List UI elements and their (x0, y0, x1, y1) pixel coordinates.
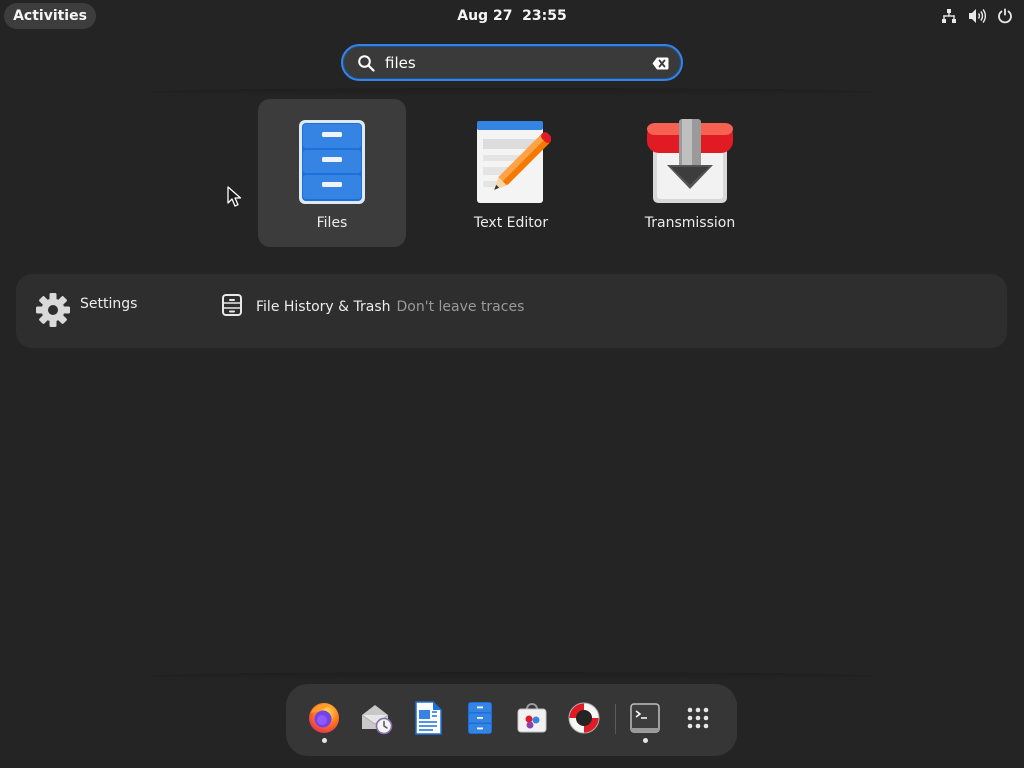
terminal-icon[interactable] (627, 700, 663, 736)
power-icon[interactable] (996, 7, 1014, 25)
volume-icon[interactable] (968, 7, 986, 25)
result-description: Don't leave traces (396, 299, 525, 315)
app-result-files[interactable]: Files (258, 99, 406, 247)
clock: Aug 27 23:55 (0, 0, 1024, 32)
clear-search-icon[interactable] (652, 55, 669, 72)
provider-app-settings[interactable]: Settings (34, 291, 137, 333)
network-icon[interactable] (940, 7, 958, 25)
app-grid-icon[interactable] (680, 700, 716, 736)
app-result-label: Text Editor (473, 215, 549, 231)
app-result-label: Files (316, 215, 348, 231)
dash-separator (615, 704, 616, 734)
divider (150, 88, 874, 96)
activities-button[interactable]: Activities (4, 3, 96, 29)
writer-icon[interactable] (410, 700, 446, 736)
app-result-text-editor[interactable]: Text Editor (437, 99, 585, 247)
clock-label[interactable]: Aug 27 23:55 (451, 8, 573, 24)
files-icon (287, 117, 377, 207)
file-history-icon (220, 293, 244, 321)
result-title: File History & Trash (256, 299, 391, 315)
firefox-icon[interactable] (306, 700, 342, 736)
mouse-pointer-icon (226, 186, 242, 208)
provider-app-label: Settings (80, 296, 138, 312)
gear-icon (34, 291, 72, 333)
divider (150, 672, 874, 680)
files-icon[interactable] (462, 700, 498, 736)
search-entry[interactable] (341, 44, 683, 81)
help-icon[interactable] (566, 700, 602, 736)
top-bar: Activities Aug 27 23:55 (0, 0, 1024, 32)
dash (286, 684, 737, 756)
result-file-history-trash[interactable]: File History & Trash Don't leave traces (220, 294, 524, 320)
app-result-transmission[interactable]: Transmission (616, 99, 764, 247)
search-input[interactable] (385, 51, 635, 75)
evolution-icon[interactable] (358, 700, 394, 736)
transmission-icon (645, 117, 735, 207)
running-indicator (643, 738, 648, 743)
search-icon (357, 54, 375, 72)
running-indicator (322, 738, 327, 743)
app-result-label: Transmission (644, 215, 736, 231)
software-icon[interactable] (514, 700, 550, 736)
text-editor-icon (466, 117, 556, 207)
system-tray[interactable] (940, 4, 1014, 28)
search-provider-settings: Settings File History & Trash Don't leav… (16, 274, 1007, 348)
